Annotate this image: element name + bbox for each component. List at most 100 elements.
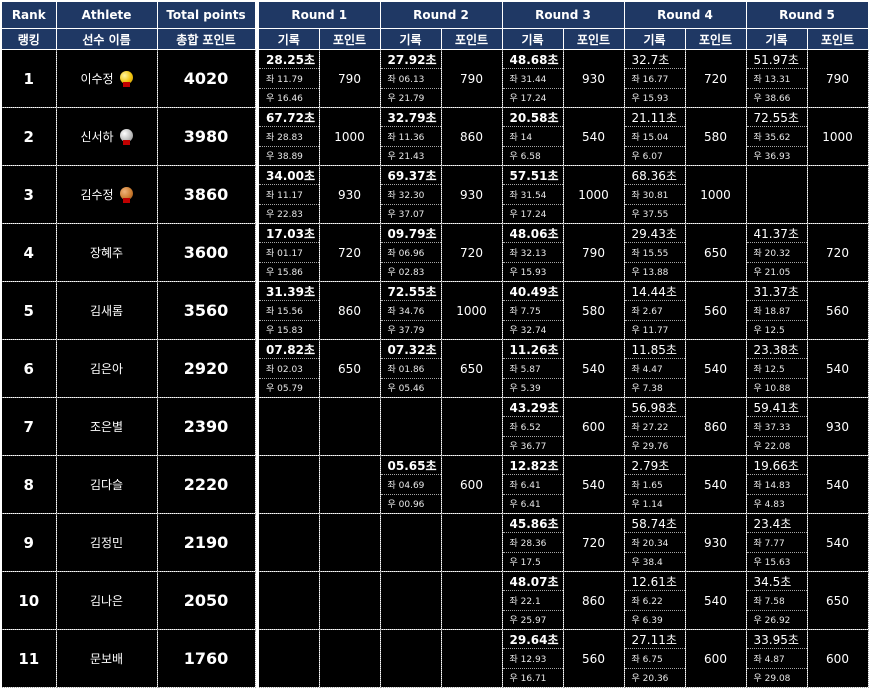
round-3-points: 600 — [563, 397, 625, 456]
record-left-line: 좌 12.5 — [746, 359, 806, 379]
record-left-line: 좌 22.1 — [502, 591, 562, 611]
round-1-points — [319, 397, 381, 456]
athlete-cell: 김다슬 — [56, 455, 158, 514]
record-stack: 32.79초 좌 11.36 우 21.43 — [380, 108, 440, 165]
round-4-record: 32.7초 좌 16.77 우 15.93 — [624, 49, 686, 108]
record-right-line: 우 16.46 — [259, 89, 318, 107]
record-right: 우 13.88 — [631, 268, 669, 279]
rank-cell: 4 — [2, 223, 57, 282]
record-left-line: 좌 7.58 — [746, 591, 806, 611]
round-1-points — [319, 455, 381, 514]
round-3-points: 560 — [563, 629, 625, 688]
record-right-line: 우 1.14 — [625, 495, 685, 513]
record-right: 우 17.5 — [509, 558, 541, 569]
record-left-line: 좌 28.36 — [502, 533, 562, 553]
record-stack: 09.79초 좌 06.96 우 02.83 — [380, 224, 440, 281]
record-stack: 48.06초 좌 32.13 우 15.93 — [502, 224, 562, 281]
round-5-points: 540 — [807, 513, 869, 572]
round-4-record: 58.74초 좌 20.34 우 38.4 — [624, 513, 686, 572]
record-left: 좌 15.56 — [266, 306, 303, 317]
record-time: 07.82초 — [266, 342, 315, 357]
total-points-cell: 4020 — [157, 49, 256, 108]
record-left-line: 좌 7.75 — [502, 301, 562, 321]
athlete-name: 김다슬 — [89, 478, 124, 492]
record-stack: 29.64초 좌 12.93 우 16.71 — [502, 630, 562, 687]
record-left-line: 좌 14 — [502, 127, 562, 147]
record-time: 43.29초 — [509, 400, 559, 415]
record-right: 우 17.24 — [509, 210, 547, 221]
record-time-line: 57.51초 — [502, 166, 562, 186]
round-2-record — [380, 397, 442, 456]
table-row: 8 김다슬 2220 05.65초 좌 04.69 우 00.96 600 12.82초 좌 6… — [2, 455, 869, 514]
record-left: 좌 22.1 — [509, 596, 541, 607]
round-3-points: 790 — [563, 223, 625, 282]
record-left-line: 좌 31.54 — [502, 185, 562, 205]
record-right: 우 6.58 — [509, 152, 541, 163]
athlete-cell: 문보배 — [56, 629, 158, 688]
record-stack: 19.66초 좌 14.83 우 4.83 — [746, 456, 807, 513]
record-time-line: 40.49초 — [502, 282, 562, 302]
results-table: Rank Athlete Total points Round 1 Round … — [2, 2, 869, 688]
record-time: 14.44초 — [631, 284, 677, 299]
record-left-line: 좌 01.86 — [380, 359, 440, 379]
round-1-record: 31.39초 좌 15.56 우 15.83 — [259, 281, 320, 340]
record-right: 우 37.07 — [387, 210, 425, 221]
record-time: 17.03초 — [266, 226, 315, 241]
record-right-line: 우 5.39 — [503, 379, 563, 397]
round-1-record: 34.00초 좌 11.17 우 22.83 — [259, 165, 320, 224]
record-time: 29.43초 — [631, 226, 677, 241]
record-left-line: 좌 11.36 — [380, 127, 440, 147]
record-stack: 11.85초 좌 4.47 우 7.38 — [624, 340, 685, 397]
round-4-points: 860 — [685, 397, 747, 456]
round-5-record: 59.41초 좌 37.33 우 22.08 — [746, 397, 808, 456]
record-right-line: 우 4.83 — [747, 495, 807, 513]
record-time-line: 56.98초 — [624, 398, 684, 418]
record-right: 우 5.39 — [509, 384, 541, 395]
record-stack: 67.72초 좌 28.83 우 38.89 — [259, 108, 318, 165]
record-right: 우 7.38 — [631, 384, 663, 395]
record-time-line: 29.43초 — [624, 224, 684, 244]
round-1-record: 28.25초 좌 11.79 우 16.46 — [259, 49, 320, 108]
record-right: 우 37.79 — [387, 326, 425, 337]
header-round-5: Round 5 — [746, 2, 869, 29]
round-5-record — [746, 165, 808, 224]
record-time: 27.92초 — [387, 52, 437, 67]
record-time: 31.37초 — [753, 284, 799, 299]
record-time-line: 29.64초 — [502, 630, 562, 650]
record-time: 32.79초 — [387, 110, 437, 125]
round-4-record: 11.85초 좌 4.47 우 7.38 — [624, 339, 686, 398]
record-right-line: 우 36.77 — [503, 437, 563, 455]
round-2-points: 930 — [441, 165, 503, 224]
header-total-ko: 총합 포인트 — [157, 28, 256, 50]
record-time-line: 58.74초 — [624, 514, 684, 534]
round-1-record: 67.72초 좌 28.83 우 38.89 — [259, 107, 320, 166]
record-time: 68.36초 — [631, 168, 677, 183]
record-left: 좌 4.47 — [631, 364, 663, 375]
record-time-line: 11.26초 — [502, 340, 562, 360]
record-left-line: 좌 04.69 — [380, 475, 440, 495]
record-time-line: 34.00초 — [259, 166, 318, 186]
record-stack: 57.51초 좌 31.54 우 17.24 — [502, 166, 562, 223]
record-left: 좌 01.17 — [266, 248, 303, 259]
record-left: 좌 13.31 — [753, 74, 791, 85]
round-1-record — [259, 513, 320, 572]
record-right-line: 우 6.58 — [503, 147, 563, 165]
record-left-line: 좌 2.67 — [624, 301, 684, 321]
record-right-line: 우 7.38 — [625, 379, 685, 397]
record-stack: 34.00초 좌 11.17 우 22.83 — [259, 166, 318, 223]
record-left: 좌 7.77 — [753, 538, 785, 549]
rank-cell: 6 — [2, 339, 57, 398]
record-time: 51.97초 — [753, 52, 799, 67]
record-time: 45.86초 — [509, 516, 559, 531]
athlete-cell: 김새롬 — [56, 281, 158, 340]
round-2-record: 09.79초 좌 06.96 우 02.83 — [380, 223, 442, 282]
round-4-points: 580 — [685, 107, 747, 166]
round-3-record: 20.58초 좌 14 우 6.58 — [502, 107, 564, 166]
round-1-points — [319, 571, 381, 630]
round-3-record: 48.68초 좌 31.44 우 17.24 — [502, 49, 564, 108]
round-5-record: 33.95초 좌 4.87 우 29.08 — [746, 629, 808, 688]
total-points-cell: 2190 — [157, 513, 256, 572]
round-4-record: 29.43초 좌 15.55 우 13.88 — [624, 223, 686, 282]
record-time-line: 2.79초 — [624, 456, 684, 476]
header-round-4: Round 4 — [624, 2, 747, 29]
